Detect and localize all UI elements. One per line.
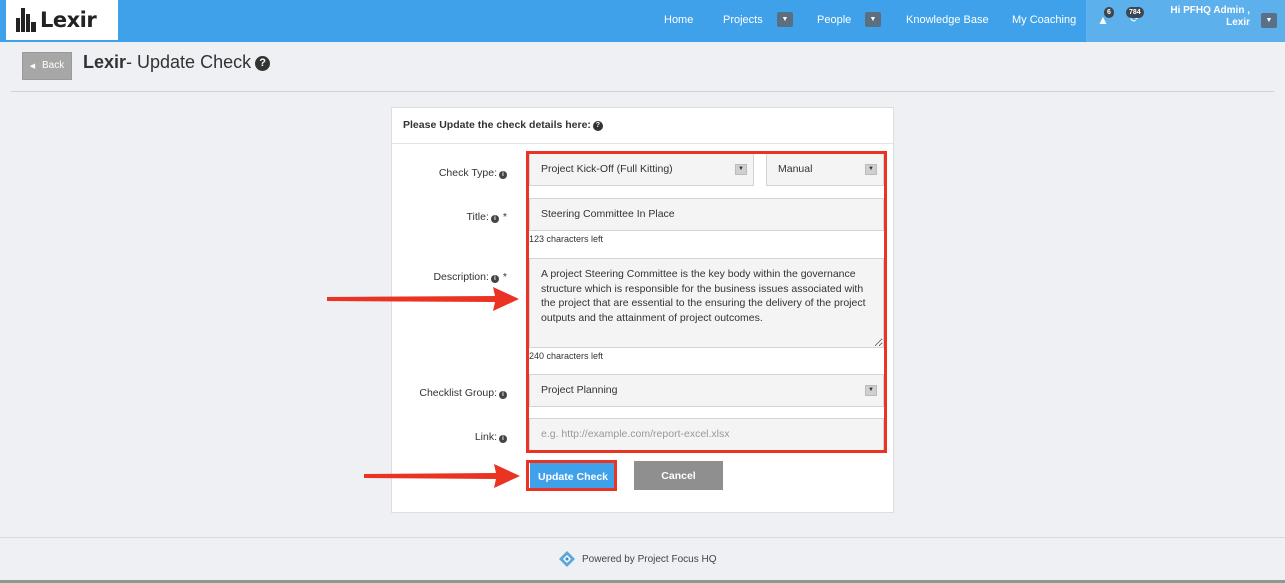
footer: Powered by Project Focus HQ [0,538,1285,580]
page-title-brand: Lexir [83,52,127,72]
chevron-down-icon: ▼ [865,385,877,396]
user-company: Lexir [1226,17,1250,28]
footer-text: Powered by Project Focus HQ [582,553,717,565]
check-mode-value: Manual [778,163,813,175]
alerts-badge: 6 [1104,7,1114,18]
user-greeting: Hi PFHQ Admin , [1170,5,1250,16]
required-mark: * [502,271,507,283]
link-label-text: Link: [474,431,497,443]
info-icon[interactable]: i [499,171,507,179]
checklist-group-select[interactable]: Project Planning ▼ [529,374,884,407]
top-navbar: Lexir Home Projects ▼ People ▼ Knowledge… [0,0,1285,42]
nav-knowledge-base[interactable]: Knowledge Base [906,0,989,40]
title-value: Steering Committee In Place [541,208,675,220]
brand-name: Lexir [40,8,97,32]
user-menu[interactable]: Hi PFHQ Admin , Lexir [1130,5,1250,29]
back-label: Back [41,60,65,71]
title-input[interactable]: Steering Committee In Place [529,198,884,231]
people-dropdown-icon[interactable]: ▼ [865,12,881,27]
info-icon[interactable]: i [499,435,507,443]
required-mark: * [502,211,507,223]
title-label-text: Title: [466,211,489,223]
nav-projects[interactable]: Projects [723,0,763,40]
panel-heading-text: Please Update the check details here: [403,119,591,131]
back-arrow-icon: ◀ [29,63,36,70]
chevron-down-icon: ▼ [735,164,747,175]
building-logo-icon [16,8,38,32]
user-dropdown-icon[interactable]: ▼ [1261,13,1277,28]
project-focus-logo-icon [559,551,575,567]
description-counter: 240 characters left [529,351,604,361]
description-textarea[interactable]: A project Steering Committee is the key … [529,258,884,348]
panel-heading: Please Update the check details here:? [392,108,893,144]
checklist-group-label: Checklist Group: i [392,387,507,399]
check-mode-select[interactable]: Manual ▼ [766,152,884,186]
brand-logo[interactable]: Lexir [6,0,118,40]
description-label-text: Description: [433,271,489,283]
projects-dropdown-icon[interactable]: ▼ [777,12,793,27]
arrow-right-icon [364,464,520,488]
arrow-right-icon [327,287,519,311]
page-title: Lexir- Update Check? [83,52,271,73]
heading-help-icon[interactable]: ? [592,121,603,131]
title-counter: 123 characters left [529,234,604,244]
help-icon[interactable]: ? [255,56,271,71]
link-input[interactable]: e.g. http://example.com/report-excel.xls… [529,418,884,451]
info-icon[interactable]: i [490,215,499,223]
check-type-value: Project Kick-Off (Full Kitting) [541,163,673,175]
update-check-button[interactable]: Update Check [530,463,616,491]
info-icon[interactable]: i [499,391,507,399]
back-button[interactable]: ◀ Back [22,52,72,80]
nav-home[interactable]: Home [664,0,693,40]
header-divider [11,91,1274,92]
check-type-select[interactable]: Project Kick-Off (Full Kitting) ▼ [529,152,754,186]
info-icon[interactable]: i [490,275,499,283]
page-title-text: - Update Check [126,52,252,72]
description-label: Description: i * [392,271,507,283]
chevron-down-icon: ▼ [865,164,877,175]
cancel-button[interactable]: Cancel [634,461,723,490]
checklist-group-label-text: Checklist Group: [419,387,497,399]
nav-my-coaching[interactable]: My Coaching [1012,0,1076,40]
link-placeholder: e.g. http://example.com/report-excel.xls… [541,428,730,440]
check-type-label: Check Type: i [392,167,507,179]
title-label: Title: i * [392,211,507,223]
link-label: Link: i [392,431,507,443]
nav-people[interactable]: People [817,0,851,40]
checklist-group-value: Project Planning [541,384,618,396]
check-type-label-text: Check Type: [438,167,497,179]
